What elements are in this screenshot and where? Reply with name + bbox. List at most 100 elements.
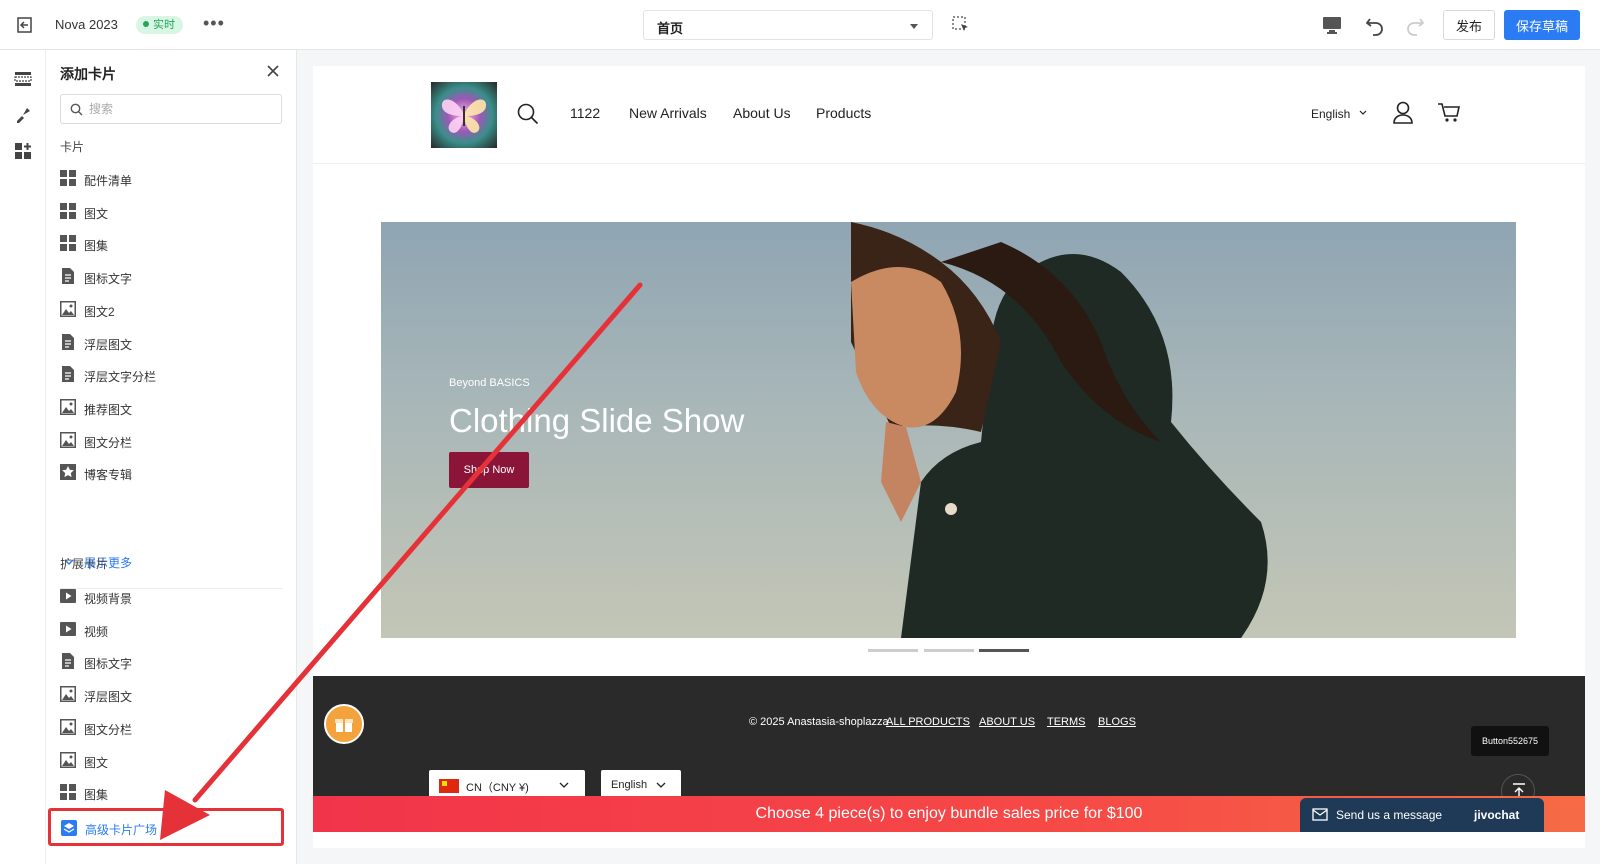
- more-icon[interactable]: •••: [203, 13, 225, 34]
- image-icon: [60, 300, 76, 317]
- extended-card-item[interactable]: 视频: [60, 616, 282, 644]
- extended-card-item-label: 浮层图文: [84, 690, 133, 705]
- account-icon[interactable]: [1392, 101, 1414, 125]
- china-flag-icon: [439, 779, 459, 793]
- card-item[interactable]: 推荐图文: [60, 394, 282, 422]
- card-item[interactable]: 图文: [60, 198, 282, 226]
- image-icon: [60, 718, 76, 735]
- card-item[interactable]: 图文2: [60, 296, 282, 324]
- card-item-label: 图文2: [84, 304, 115, 319]
- footer-link-all-products[interactable]: ALL PRODUCTS: [886, 716, 970, 728]
- footer-copyright: © 2025 Anastasia-shoplazza: [749, 716, 889, 728]
- document-icon: [62, 333, 74, 350]
- grid-icon: [60, 170, 76, 186]
- redo-icon[interactable]: [1404, 14, 1426, 36]
- button-tooltip: Button552675: [1471, 726, 1549, 756]
- search-icon: [70, 103, 83, 116]
- publish-button[interactable]: 发布: [1443, 10, 1495, 40]
- select-element-icon[interactable]: [952, 16, 970, 34]
- advanced-card-marketplace-item[interactable]: 高级卡片广场: [48, 808, 284, 846]
- nav-item-1122[interactable]: 1122: [570, 105, 600, 121]
- chevron-down-icon: [1359, 110, 1367, 115]
- grid-icon: [60, 235, 76, 252]
- card-item-label: 配件清单: [84, 174, 133, 188]
- image-icon: [60, 398, 76, 415]
- chevron-down-icon: [910, 24, 918, 29]
- theme-name: Nova 2023: [55, 17, 118, 32]
- nav-item-new-arrivals[interactable]: New Arrivals: [629, 105, 707, 121]
- search-box: [60, 94, 282, 124]
- editor-topbar: Nova 2023 实时 ••• 首页 发布 保存草稿: [0, 0, 1600, 50]
- extended-card-item[interactable]: 图集: [60, 779, 282, 807]
- extended-card-item-label: 视频: [84, 624, 109, 639]
- footer-link-blogs[interactable]: BLOGS: [1098, 716, 1136, 728]
- card-item[interactable]: 浮层图文: [60, 329, 282, 357]
- slide-dot[interactable]: [924, 649, 974, 652]
- exit-icon[interactable]: [16, 15, 36, 35]
- card-item[interactable]: 图集: [60, 230, 282, 258]
- chat-widget[interactable]: Send us a message jivochat: [1300, 798, 1544, 832]
- nav-item-products[interactable]: Products: [816, 105, 871, 121]
- card-item-label: 图集: [84, 239, 109, 254]
- layers-icon: [61, 820, 77, 836]
- cart-icon[interactable]: [1437, 102, 1461, 124]
- extended-card-item-label: 视频背景: [84, 592, 133, 606]
- chevron-down-icon: [656, 782, 666, 788]
- search-icon[interactable]: [517, 103, 539, 125]
- document-icon: [62, 653, 74, 670]
- grid-icon: [60, 202, 76, 219]
- extended-card-item-label: 图集: [84, 788, 109, 803]
- extended-card-item[interactable]: 浮层图文: [60, 681, 282, 709]
- card-item[interactable]: 图文分栏: [60, 427, 282, 455]
- image-icon: [60, 431, 76, 448]
- gift-button[interactable]: [324, 704, 364, 744]
- desktop-icon[interactable]: [1321, 15, 1343, 35]
- tool-rail: [0, 50, 46, 864]
- undo-icon[interactable]: [1364, 14, 1386, 36]
- close-icon[interactable]: [266, 64, 280, 78]
- card-item[interactable]: 浮层文字分栏: [60, 361, 282, 389]
- sections-icon[interactable]: [14, 70, 32, 88]
- store-header: 1122 New Arrivals About Us Products Engl…: [313, 66, 1585, 164]
- hero-slideshow[interactable]: Beyond BASICS Clothing Slide Show Shop N…: [381, 222, 1516, 638]
- butterfly-logo-icon: [441, 99, 487, 133]
- store-logo[interactable]: [431, 82, 497, 148]
- footer-link-about-us[interactable]: ABOUT US: [979, 716, 1035, 728]
- card-item-label: 博客专辑: [84, 468, 133, 483]
- star-icon: [60, 464, 76, 481]
- image-icon: [60, 686, 76, 703]
- footer-language-value: English: [611, 779, 648, 791]
- store-preview-canvas: 1122 New Arrivals About Us Products Engl…: [313, 66, 1585, 848]
- extended-card-item[interactable]: 图文分栏: [60, 714, 282, 742]
- footer-link-terms[interactable]: TERMS: [1047, 716, 1086, 728]
- page-select[interactable]: 首页: [643, 10, 933, 40]
- slide-dot[interactable]: [868, 649, 918, 652]
- search-input[interactable]: [89, 100, 269, 118]
- card-item-label: 推荐图文: [84, 402, 133, 417]
- theme-style-icon[interactable]: [14, 106, 32, 124]
- extended-card-item[interactable]: 视频背景: [60, 583, 282, 611]
- card-item[interactable]: 配件清单: [60, 165, 282, 193]
- extended-section-label: 扩展卡片: [60, 557, 109, 571]
- extended-card-item[interactable]: 图文: [60, 747, 282, 775]
- card-item[interactable]: 博客专辑: [60, 459, 282, 487]
- apps-icon[interactable]: [14, 142, 32, 160]
- grid-icon: [60, 784, 76, 801]
- nav-item-about-us[interactable]: About Us: [733, 105, 791, 121]
- slide-dot-active[interactable]: [979, 649, 1029, 652]
- currency-select-value: CN（CNY ¥): [466, 782, 529, 794]
- canvas-bottom-padding: [313, 832, 1585, 848]
- card-item-label: 图文分栏: [84, 435, 133, 450]
- chevron-down-icon: [559, 782, 569, 788]
- video-icon: [60, 589, 76, 603]
- card-item[interactable]: 图标文字: [60, 263, 282, 291]
- extended-card-item[interactable]: 图标文字: [60, 648, 282, 676]
- image-icon: [60, 751, 76, 768]
- shop-now-button[interactable]: Shop Now: [449, 452, 529, 488]
- language-select[interactable]: English: [1311, 107, 1350, 121]
- extended-card-item-label: 图文分栏: [84, 722, 133, 737]
- card-item-label: 图标文字: [84, 272, 133, 287]
- cards-section-label: 卡片: [60, 140, 85, 154]
- save-draft-button[interactable]: 保存草稿: [1504, 10, 1580, 40]
- document-icon: [62, 366, 74, 383]
